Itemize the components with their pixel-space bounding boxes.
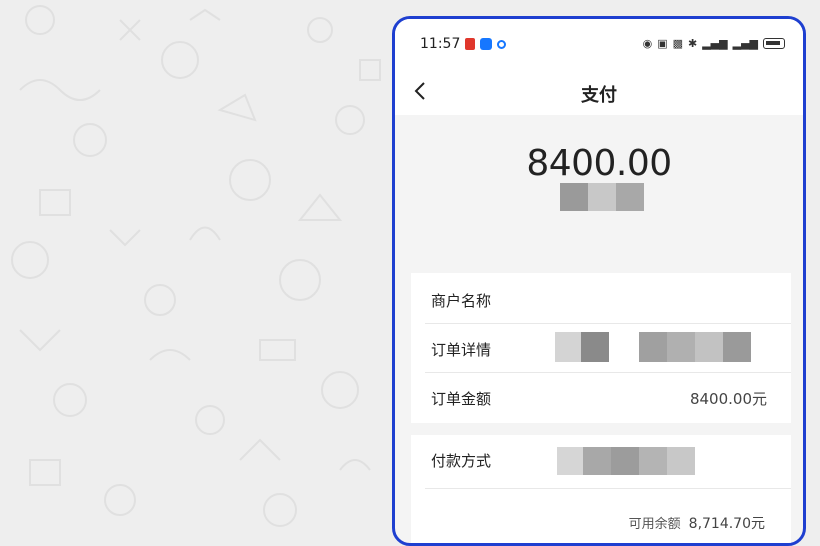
order-detail-label: 订单详情	[431, 341, 492, 359]
payment-method-label: 付款方式	[431, 452, 492, 470]
eye-icon: ◉	[642, 37, 653, 50]
merchant-row: 商户名称	[425, 275, 791, 324]
balance-value: 8,714.70元	[688, 516, 765, 532]
system-icons: ◉ ▣ ▩ ✱ ▂▄▆ ▂▄▆	[643, 37, 785, 50]
payment-method-row[interactable]: 付款方式	[425, 435, 791, 489]
available-balance: 可用余额 8,714.70元	[629, 513, 765, 533]
merchant-label: 商户名称	[431, 292, 492, 310]
signal-icon: ▂▄▆	[702, 37, 728, 50]
order-amount-row: 订单金额 8400.00元	[425, 373, 791, 422]
order-detail-row: 订单详情	[425, 324, 791, 373]
redacted-merchant-name	[560, 183, 648, 211]
nav-bar: 支付	[395, 71, 803, 115]
signal-icon: ▂▄▆	[732, 37, 758, 50]
app-notification-icon	[465, 38, 475, 50]
payment-method-card[interactable]: 付款方式 可用余额 8,714.70元	[411, 435, 791, 543]
payment-amount: 8400.00	[526, 143, 672, 184]
blue-square-icon	[480, 38, 492, 50]
blue-dot-icon	[497, 39, 506, 49]
notification-icons	[465, 38, 506, 50]
redacted-order-detail	[555, 332, 751, 362]
amount-section: 8400.00	[395, 115, 803, 275]
bluetooth-icon: ✱	[688, 37, 698, 50]
order-amount-label: 订单金额	[431, 390, 492, 408]
status-bar: 11:57 ◉ ▣ ▩ ✱ ▂▄▆ ▂▄▆	[395, 19, 803, 71]
order-amount-value: 8400.00元	[689, 390, 767, 408]
redacted-payment-method	[557, 447, 695, 475]
vibrate-icon: ▩	[672, 37, 683, 50]
order-details-card: 商户名称 订单详情 订单金额 8400.00元	[411, 273, 791, 423]
nfc-icon: ▣	[657, 37, 668, 50]
page-title: 支付	[581, 85, 617, 106]
phone-screen: 11:57 ◉ ▣ ▩ ✱ ▂▄▆ ▂▄▆ 支付 8400.00 商户名称 订单…	[392, 16, 806, 546]
status-time: 11:57	[420, 36, 461, 52]
balance-label: 可用余额	[628, 517, 681, 532]
battery-icon	[763, 38, 785, 49]
